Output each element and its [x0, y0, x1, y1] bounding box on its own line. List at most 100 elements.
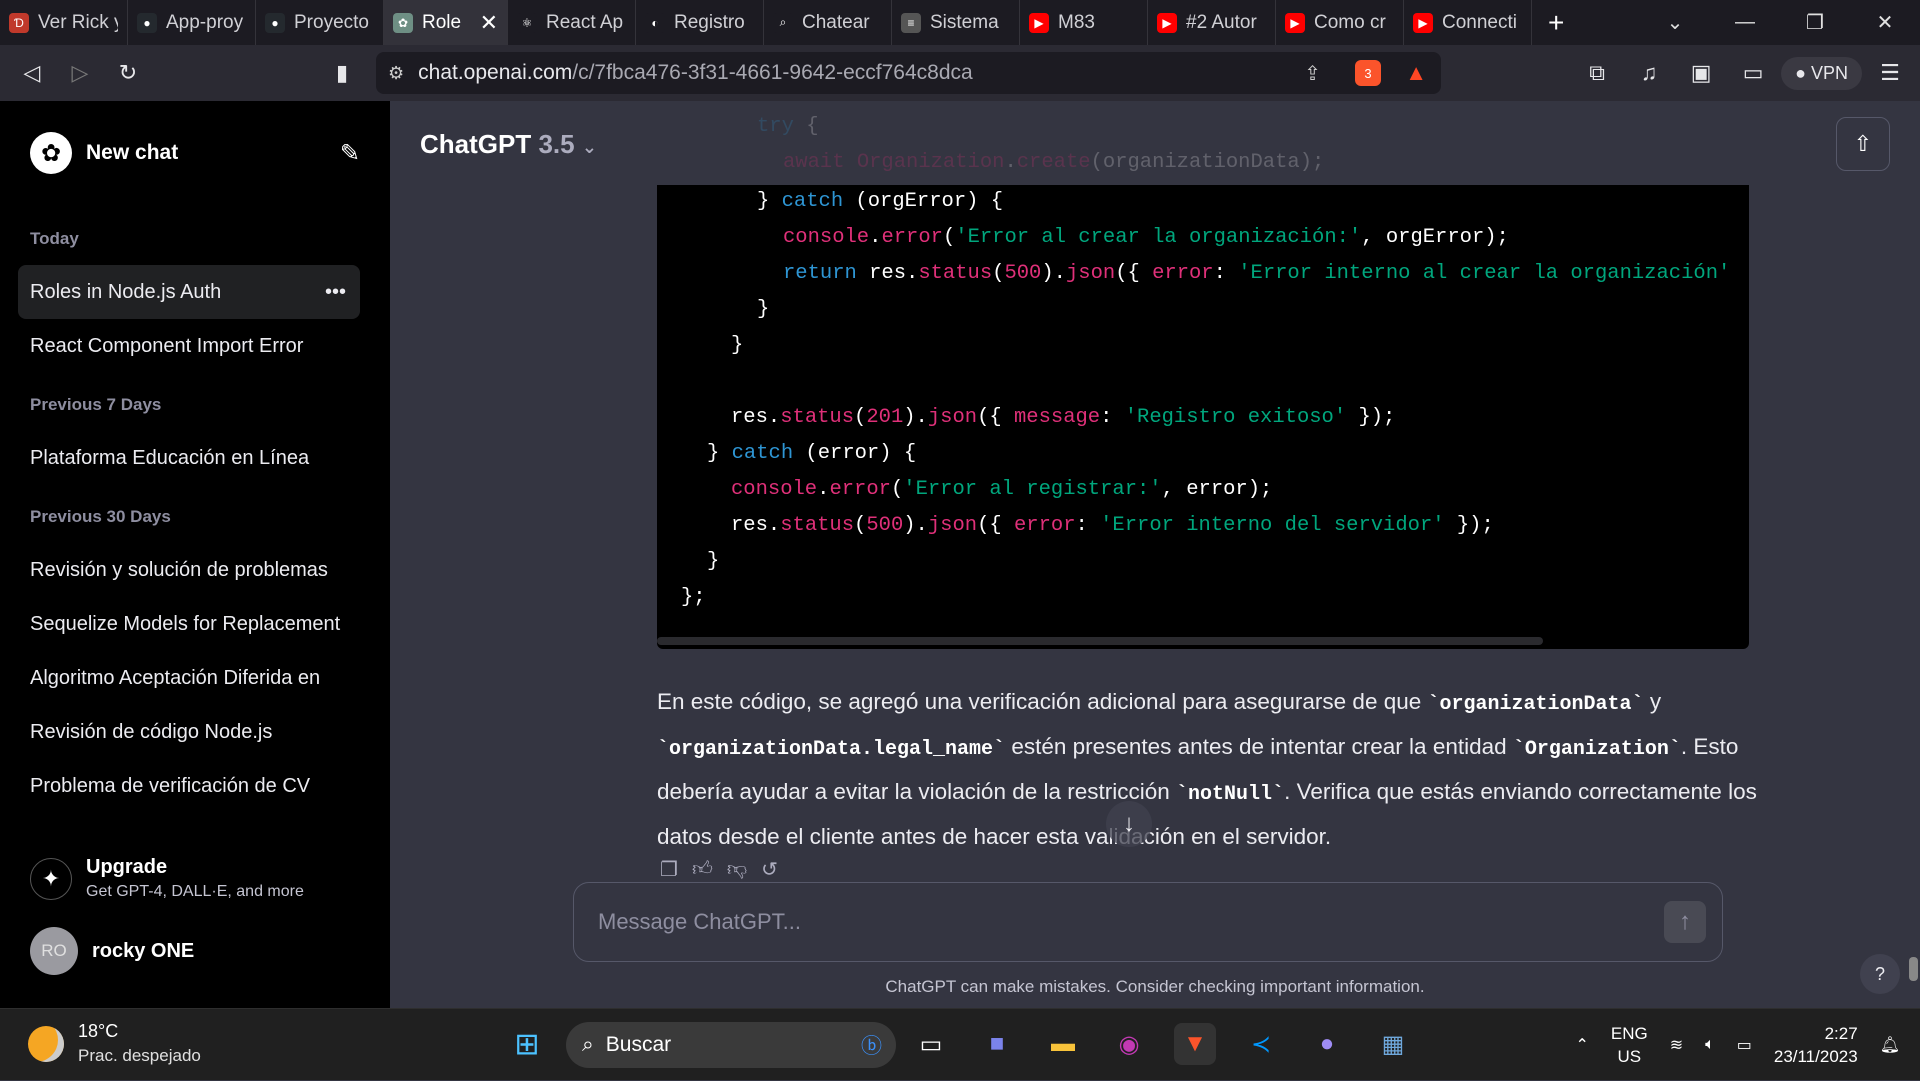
- volume-icon[interactable]: 🔈︎: [1705, 1036, 1715, 1054]
- code-line: }: [731, 334, 744, 357]
- search-label: Buscar: [605, 1033, 672, 1056]
- app-icon[interactable]: ●: [1306, 1023, 1348, 1065]
- forward-button[interactable]: ▷: [56, 60, 104, 86]
- toolbar-right: ⧉ ♫ ▣ ▭ ● VPN ☰: [1573, 45, 1920, 101]
- restore-button[interactable]: ❐: [1780, 10, 1850, 35]
- wifi-icon[interactable]: ≋: [1670, 1035, 1683, 1055]
- tab-12[interactable]: ▶ Connecti: [1404, 0, 1532, 45]
- arrow-down-icon: ↓: [1123, 810, 1135, 837]
- chevron-up-icon[interactable]: ⌃: [1575, 1035, 1588, 1055]
- history-item[interactable]: Sequelize Models for Replacement: [18, 597, 360, 651]
- scroll-down-button[interactable]: ↓: [1106, 801, 1152, 847]
- thumbs-up-icon[interactable]: 👍︎: [692, 857, 713, 882]
- sidebar: ✿ New chat ✎ Today Roles in Node.js Auth •…: [0, 101, 390, 1008]
- history-item-label: Problema de verificación de CV: [30, 774, 311, 797]
- send-button[interactable]: ↑: [1664, 901, 1706, 943]
- history-item-label: Revisión y solución de problemas: [30, 558, 328, 581]
- file-explorer-icon[interactable]: ▬: [1042, 1023, 1084, 1065]
- code-line: }: [757, 298, 770, 321]
- disclaimer: ChatGPT can make mistakes. Consider chec…: [885, 977, 1425, 996]
- tab-7[interactable]: ⌕ Chatear: [764, 0, 892, 45]
- user-menu[interactable]: RO rocky ONE: [30, 927, 194, 975]
- bookmark-icon[interactable]: ▮: [318, 60, 366, 86]
- teams-icon[interactable]: ■: [976, 1023, 1018, 1065]
- history-item[interactable]: Plataforma Educación en Línea: [18, 431, 360, 485]
- chat-main: try {await Organization.create(organizat…: [390, 101, 1920, 1008]
- clock[interactable]: 2:27 23/11/2023: [1774, 1022, 1858, 1068]
- share-page-icon[interactable]: ⇪: [1304, 61, 1321, 86]
- tab-1[interactable]: Ɗ Ver Rick y: [0, 0, 128, 45]
- help-button[interactable]: ?: [1860, 954, 1900, 994]
- history-item[interactable]: Roles in Node.js Auth •••: [18, 265, 360, 319]
- close-window-button[interactable]: ✕: [1850, 10, 1920, 35]
- youtube-icon: ▶: [1413, 12, 1433, 33]
- address-bar[interactable]: ⚙ chat.openai.com/c/7fbca476-3f31-4661-9…: [376, 52, 1441, 94]
- message-input[interactable]: Message ChatGPT... ↑: [573, 882, 1723, 962]
- brave-browser-icon[interactable]: ▼: [1174, 1023, 1216, 1065]
- upgrade-button[interactable]: ✦ Upgrade Get GPT-4, DALL·E, and more: [30, 856, 304, 901]
- history-item[interactable]: Problema de verificación de CV: [18, 759, 360, 813]
- tab-4[interactable]: ✿ Role ✕: [384, 0, 508, 45]
- code-line: return res.status(500).json({ error: 'Er…: [783, 262, 1731, 285]
- tab-10[interactable]: ▶ #2 Autor: [1148, 0, 1276, 45]
- tab-6[interactable]: ◐ Registro: [636, 0, 764, 45]
- close-tab-icon[interactable]: ✕: [480, 10, 498, 36]
- youtube-icon: ▶: [1157, 12, 1177, 33]
- new-tab-button[interactable]: +: [1548, 7, 1564, 39]
- regenerate-icon[interactable]: ↺: [761, 857, 778, 882]
- media-icon[interactable]: ♫: [1625, 60, 1673, 86]
- weather-desc: Prac. despejado: [78, 1046, 201, 1065]
- extensions-icon[interactable]: ⧉: [1573, 60, 1621, 86]
- more-options-icon[interactable]: •••: [325, 281, 346, 304]
- tab-3[interactable]: ● Proyecto: [256, 0, 384, 45]
- back-button[interactable]: ◁: [8, 60, 56, 86]
- minimize-button[interactable]: —: [1710, 11, 1780, 34]
- code-line: console.error('Error al registrar:', err…: [731, 478, 1273, 501]
- upgrade-title: Upgrade: [86, 856, 168, 878]
- windows-taskbar: 18°C Prac. despejado ⊞ ⌕ Buscar ⓑ ▭ ■ ▬ …: [0, 1008, 1920, 1080]
- weather-widget[interactable]: 18°C Prac. despejado: [28, 1021, 201, 1066]
- vscode-icon[interactable]: ≺: [1240, 1023, 1282, 1065]
- copy-icon[interactable]: ❐: [660, 857, 678, 882]
- tab-5[interactable]: ⚛ React Ap: [508, 0, 636, 45]
- inline-code: `organizationData`: [1427, 693, 1644, 716]
- page-scrollbar[interactable]: [1909, 957, 1918, 981]
- message-text: En este código, se agregó una verificaci…: [657, 689, 1428, 714]
- notification-bell-icon[interactable]: 🔔︎: [1880, 1035, 1900, 1055]
- history-item[interactable]: Revisión de código Node.js: [18, 705, 360, 759]
- battery-icon[interactable]: ▭: [1737, 1035, 1752, 1055]
- menu-icon[interactable]: ☰: [1866, 60, 1914, 86]
- taskbar-search[interactable]: ⌕ Buscar ⓑ: [566, 1022, 896, 1068]
- site-settings-icon[interactable]: ⚙: [388, 63, 404, 84]
- tab-2[interactable]: ● App-proy: [128, 0, 256, 45]
- react-icon: ⚛: [517, 12, 537, 33]
- chat-history: Today Roles in Node.js Auth ••• React Compo…: [0, 101, 390, 836]
- tab-9[interactable]: ▶ M83: [1020, 0, 1148, 45]
- history-item[interactable]: React Component Import Error: [18, 319, 360, 373]
- task-view-icon[interactable]: ▭: [910, 1023, 952, 1065]
- inline-code: `organizationData.legal_name`: [657, 738, 1006, 761]
- share-button[interactable]: ⇧: [1836, 117, 1890, 171]
- bing-icon: ⓑ: [861, 1035, 882, 1058]
- history-item[interactable]: Revisión y solución de problemas: [18, 543, 360, 597]
- sparkle-icon: ✦: [30, 857, 72, 900]
- brave-shields-icon[interactable]: 3: [1355, 60, 1381, 86]
- start-icon[interactable]: ⊞: [506, 1023, 548, 1065]
- model-selector[interactable]: ChatGPT 3.5 ⌄: [420, 129, 597, 160]
- vpn-button[interactable]: ● VPN: [1781, 56, 1862, 90]
- thumbs-down-icon[interactable]: 👎︎: [727, 857, 747, 882]
- history-item[interactable]: Algoritmo Aceptación Diferida en: [18, 651, 360, 705]
- wps-icon[interactable]: ◉: [1108, 1023, 1150, 1065]
- tab-8[interactable]: ≡ Sistema: [892, 0, 1020, 45]
- sidebar-toggle-icon[interactable]: ▣: [1677, 60, 1725, 86]
- wallet-icon[interactable]: ▭: [1729, 60, 1777, 86]
- code-line: };: [681, 586, 706, 609]
- database-icon[interactable]: ▦: [1372, 1023, 1414, 1065]
- tab-list-chevron-icon[interactable]: ⌄: [1640, 10, 1710, 35]
- history-item-label: Algoritmo Aceptación Diferida en: [30, 666, 321, 689]
- reload-button[interactable]: ↻: [104, 60, 152, 86]
- tab-11[interactable]: ▶ Como cr: [1276, 0, 1404, 45]
- code-horizontal-scrollbar[interactable]: [657, 637, 1543, 645]
- language-indicator[interactable]: ENG US: [1611, 1022, 1648, 1068]
- brave-rewards-icon[interactable]: ▲: [1405, 60, 1427, 86]
